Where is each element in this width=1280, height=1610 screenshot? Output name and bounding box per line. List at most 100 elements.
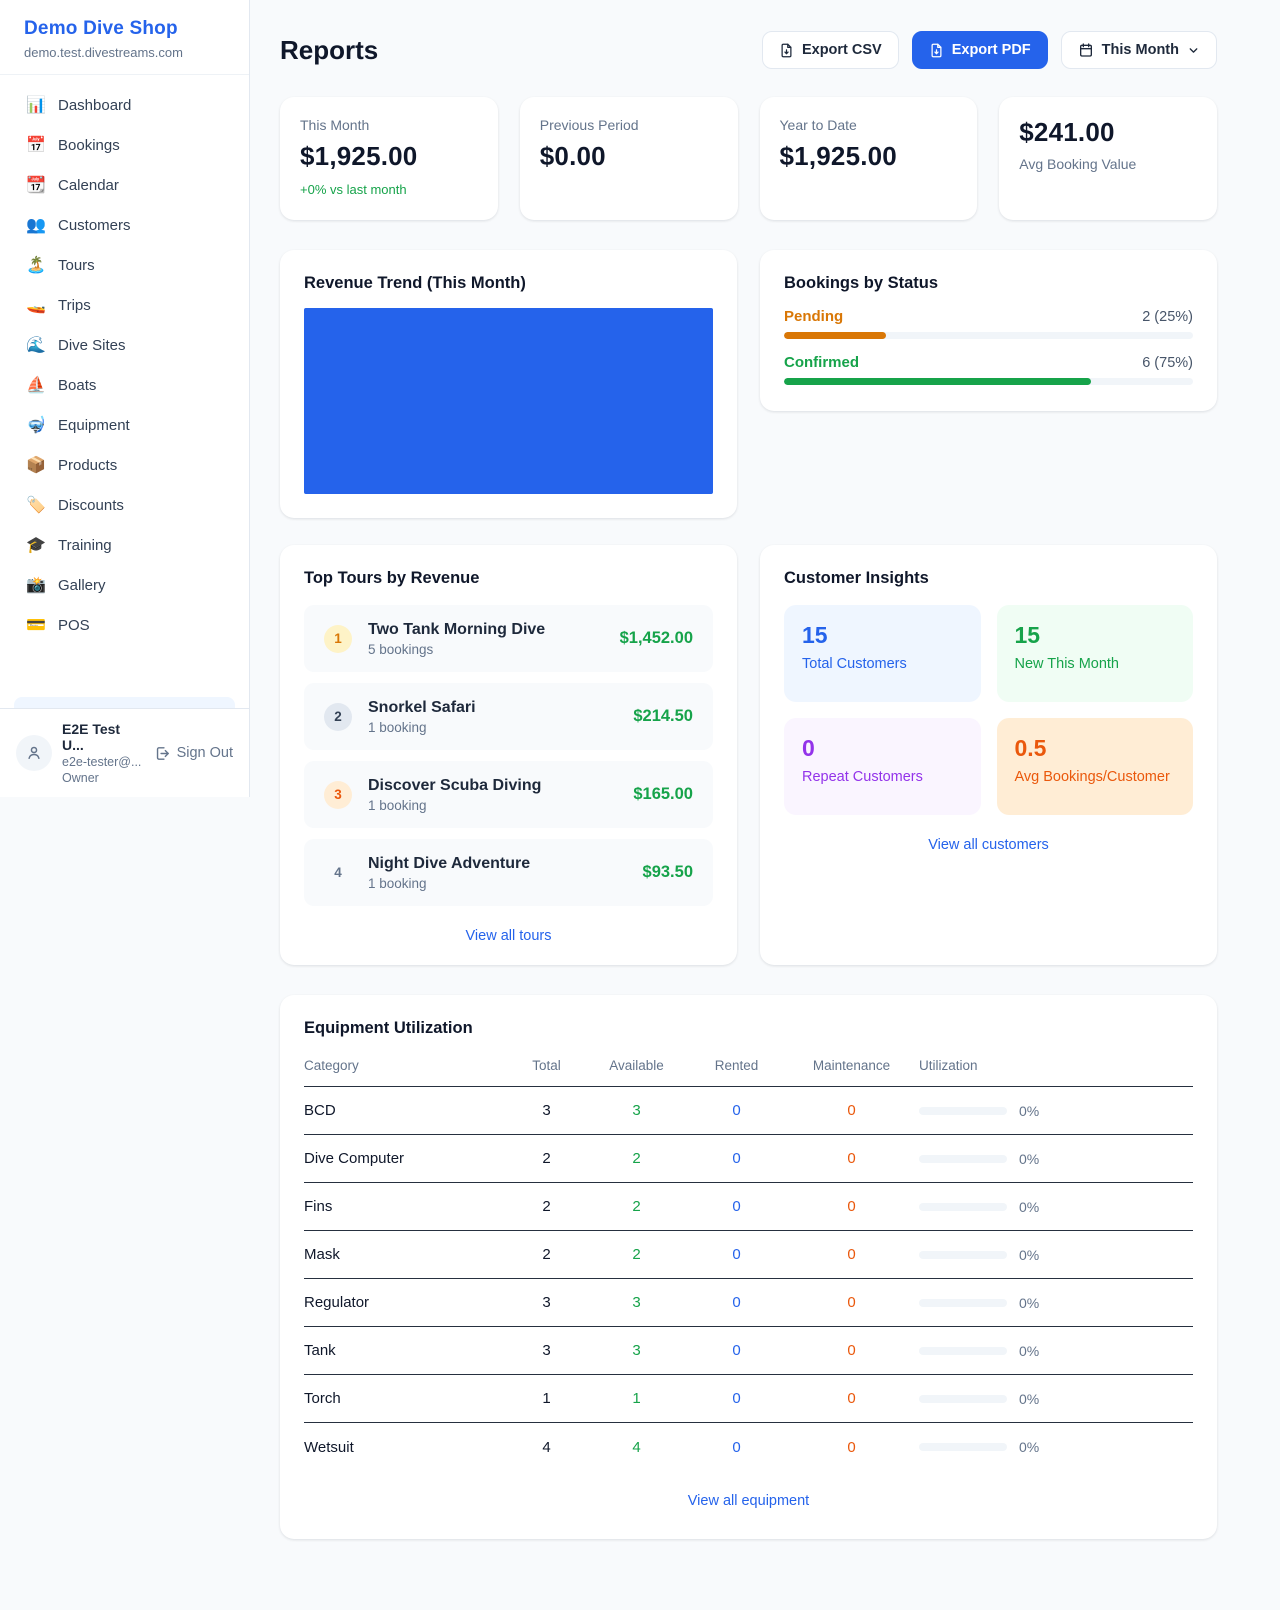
status-list: Pending 2 (25%) Confirmed 6 (75%)	[784, 308, 1193, 385]
cell-available: 3	[584, 1294, 689, 1311]
sidebar-item[interactable]: 🌊 Dive Sites	[12, 325, 237, 365]
sidebar-item-active-partial[interactable]	[14, 697, 235, 708]
view-all-customers-link[interactable]: View all customers	[784, 837, 1193, 853]
cell-maintenance: 0	[784, 1294, 919, 1311]
tour-name: Discover Scuba Diving	[368, 777, 617, 795]
cell-rented: 0	[689, 1102, 784, 1119]
shop-name: Demo Dive Shop	[24, 18, 225, 40]
column-utilization: Utilization	[919, 1058, 1193, 1073]
cell-utilization: 0%	[919, 1103, 1193, 1119]
sidebar-item[interactable]: 📆 Calendar	[12, 165, 237, 205]
rank-badge: 4	[324, 859, 352, 887]
tour-info: Night Dive Adventure 1 booking	[368, 855, 627, 891]
sidebar-item[interactable]: 💳 POS	[12, 605, 237, 645]
tour-name: Two Tank Morning Dive	[368, 621, 604, 639]
nav-item-icon: 📸	[26, 575, 46, 595]
revenue-trend-card: Revenue Trend (This Month)	[280, 250, 737, 518]
stat-card-previous-period: Previous Period $0.00	[520, 97, 738, 220]
sidebar-item[interactable]: 📸 Gallery	[12, 565, 237, 605]
sidebar-item[interactable]: 📅 Bookings	[12, 125, 237, 165]
insight-label: Total Customers	[802, 656, 963, 672]
stat-cards: This Month $1,925.00 +0% vs last month P…	[280, 97, 1217, 220]
charts-row: Revenue Trend (This Month) Bookings by S…	[280, 250, 1217, 518]
sidebar-item[interactable]: ⛵ Boats	[12, 365, 237, 405]
cell-category: Tank	[304, 1342, 509, 1359]
nav-item-label: Bookings	[58, 137, 120, 154]
cell-available: 3	[584, 1102, 689, 1119]
nav-item-icon: 💳	[26, 615, 46, 635]
sign-out-icon	[154, 745, 171, 762]
period-select[interactable]: This Month	[1061, 31, 1217, 69]
nav-item-icon: 📆	[26, 175, 46, 195]
insight-tile: 15 New This Month	[997, 605, 1194, 702]
utilization-percent: 0%	[1019, 1199, 1039, 1215]
page-header: Reports Export CSV Export PDF	[280, 31, 1217, 69]
utilization-bar	[919, 1443, 1007, 1451]
sign-out-button[interactable]: Sign Out	[154, 745, 233, 762]
nav-item-icon: 📊	[26, 95, 46, 115]
insight-label: Repeat Customers	[802, 769, 963, 785]
tour-amount: $165.00	[633, 785, 693, 804]
tour-bookings: 1 booking	[368, 876, 627, 891]
person-icon	[25, 744, 43, 762]
sidebar-item[interactable]: 👥 Customers	[12, 205, 237, 245]
sidebar-item[interactable]: 🎓 Training	[12, 525, 237, 565]
utilization-percent: 0%	[1019, 1151, 1039, 1167]
utilization-bar	[919, 1107, 1007, 1115]
stat-label: Year to Date	[780, 117, 958, 133]
table-row: Tank 3 3 0 0 0%	[304, 1327, 1193, 1375]
sidebar: Demo Dive Shop demo.test.divestreams.com…	[0, 0, 250, 797]
table-row: Torch 1 1 0 0 0%	[304, 1375, 1193, 1423]
status-progress-track	[784, 378, 1193, 385]
status-row: Pending 2 (25%)	[784, 308, 1193, 339]
sidebar-item[interactable]: 🤿 Equipment	[12, 405, 237, 445]
view-all-tours-link[interactable]: View all tours	[304, 928, 713, 944]
utilization-bar	[919, 1395, 1007, 1403]
nav-item-icon: 📅	[26, 135, 46, 155]
cell-utilization: 0%	[919, 1439, 1193, 1455]
nav-item-icon: 🏷️	[26, 495, 46, 515]
cell-maintenance: 0	[784, 1102, 919, 1119]
bookings-by-status-title: Bookings by Status	[784, 274, 1193, 293]
tour-bookings: 5 bookings	[368, 642, 604, 657]
status-progress-fill	[784, 378, 1091, 385]
cell-category: Mask	[304, 1246, 509, 1263]
sidebar-item[interactable]: 📊 Dashboard	[12, 85, 237, 125]
nav-item-icon: 👥	[26, 215, 46, 235]
cell-rented: 0	[689, 1246, 784, 1263]
rank-badge: 2	[324, 703, 352, 731]
sidebar-item[interactable]: 🏷️ Discounts	[12, 485, 237, 525]
utilization-bar	[919, 1299, 1007, 1307]
export-csv-button[interactable]: Export CSV	[762, 31, 899, 69]
cell-maintenance: 0	[784, 1342, 919, 1359]
cell-category: Regulator	[304, 1294, 509, 1311]
tour-row[interactable]: 1 Two Tank Morning Dive 5 bookings $1,45…	[304, 605, 713, 672]
status-count: 6 (75%)	[1142, 355, 1193, 371]
sign-out-label: Sign Out	[177, 745, 233, 761]
page-title: Reports	[280, 35, 378, 66]
export-pdf-button[interactable]: Export PDF	[912, 31, 1048, 69]
tour-amount: $214.50	[633, 707, 693, 726]
tour-row[interactable]: 4 Night Dive Adventure 1 booking $93.50	[304, 839, 713, 906]
cell-available: 2	[584, 1198, 689, 1215]
tour-row[interactable]: 2 Snorkel Safari 1 booking $214.50	[304, 683, 713, 750]
nav-item-label: Equipment	[58, 417, 130, 434]
view-all-equipment-link[interactable]: View all equipment	[304, 1493, 1193, 1509]
cell-available: 1	[584, 1390, 689, 1407]
insight-tile: 0.5 Avg Bookings/Customer	[997, 718, 1194, 815]
cell-maintenance: 0	[784, 1439, 919, 1456]
cell-total: 4	[509, 1439, 584, 1456]
nav-item-label: Tours	[58, 257, 95, 274]
table-row: Dive Computer 2 2 0 0 0%	[304, 1135, 1193, 1183]
sidebar-item[interactable]: 🚤 Trips	[12, 285, 237, 325]
sidebar-user-footer: E2E Test U... e2e-tester@... Owner Sign …	[0, 708, 249, 797]
stat-card-year-to-date: Year to Date $1,925.00	[760, 97, 978, 220]
top-tours-card: Top Tours by Revenue 1 Two Tank Morning …	[280, 545, 737, 965]
sidebar-item[interactable]: 📦 Products	[12, 445, 237, 485]
stat-label: This Month	[300, 117, 478, 133]
tour-bookings: 1 booking	[368, 720, 617, 735]
customer-insights-card: Customer Insights 15 Total Customers 15 …	[760, 545, 1217, 965]
sidebar-item[interactable]: 🏝️ Tours	[12, 245, 237, 285]
insight-value: 0.5	[1015, 735, 1176, 762]
tour-row[interactable]: 3 Discover Scuba Diving 1 booking $165.0…	[304, 761, 713, 828]
